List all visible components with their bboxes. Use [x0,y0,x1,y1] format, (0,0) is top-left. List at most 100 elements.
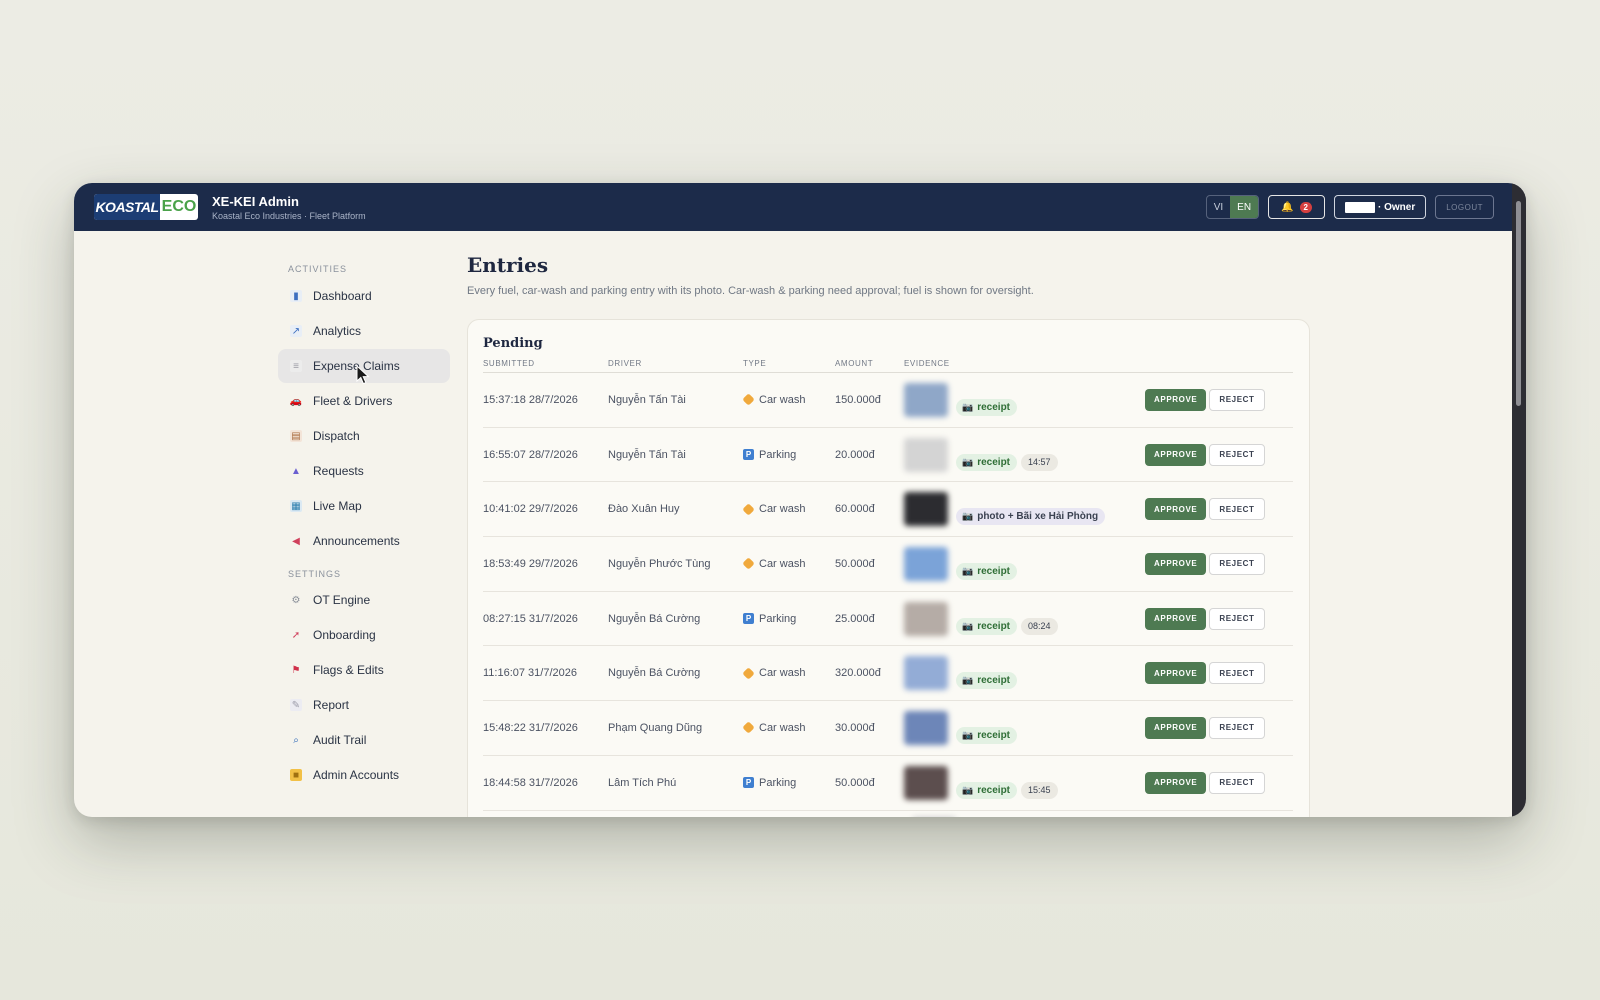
notifications-button[interactable]: 🔔 2 [1268,195,1325,219]
sidebar-item-dashboard[interactable]: ▮ Dashboard [278,279,450,313]
approve-button[interactable]: APPROVE [1145,498,1207,521]
actions-cell: APPROVE REJECT [1145,443,1293,466]
evidence-time-chip: 15:45 [1021,781,1058,799]
table-row: 08:27:15 31/7/2026 Nguyễn Bá Cường P Parkin… [483,592,1293,647]
column-header-evidence: EVIDENCE [904,359,950,368]
evidence-tag[interactable]: 📷 receipt [956,562,1018,580]
sidebar-item-label: Dashboard [313,289,372,303]
gear-icon: ⚙ [291,594,301,606]
evidence-tag[interactable]: 📷 receipt [956,781,1018,799]
type-label: Car wash [759,667,806,680]
evidence-cell: 📷 photo + Bãi xe Hải Phòng [904,486,1145,532]
reject-button[interactable]: REJECT [1209,552,1265,575]
camera-icon: 📷 [962,565,974,576]
evidence-tags: 📷 photo + Bãi xe Hải Phòng [956,508,1106,526]
reject-button[interactable]: REJECT [1209,388,1265,411]
sidebar-item-dispatch[interactable]: ▤ Dispatch [278,419,450,453]
evidence-thumbnail[interactable] [904,710,948,745]
type-cell: Car wash [742,393,835,407]
sidebar-item-label: Fleet & Drivers [313,394,393,408]
actions-cell: APPROVE REJECT [1145,716,1293,739]
car-wash-icon [742,393,755,407]
car-wash-icon [742,667,755,680]
sidebar-item-audit-trail[interactable]: ⌕ Audit Trail [278,723,450,757]
evidence-label: receipt [977,401,1011,413]
driver-cell: Nguyễn Phước Tùng [608,557,711,570]
scrollbar-thumb[interactable] [1516,201,1521,406]
driver-cell: Nguyễn Bá Cường [608,667,701,680]
reject-button[interactable]: REJECT [1209,443,1265,466]
evidence-thumbnail[interactable] [904,437,948,472]
magnifier-icon: ⌕ [293,734,299,746]
table-row: 10:41:02 29/7/2026 Đào Xuân Huy Car wash 60… [483,482,1293,538]
table-row: 18:53:49 29/7/2026 Nguyễn Phước Tùng Car w… [483,537,1293,592]
evidence-tag[interactable]: 📷 receipt [956,617,1018,635]
amount-cell: 320.000đ [835,667,881,680]
evidence-time-chip: 08:24 [1021,617,1058,635]
car-wash-icon [742,502,755,516]
sidebar-item-live-map[interactable]: ▦ Live Map [278,489,450,523]
camera-icon: 📷 [962,729,974,740]
app-subtitle: Koastal Eco Industries · Fleet Platform [212,210,366,221]
type-label: Car wash [759,557,806,570]
sidebar-item-onboarding[interactable]: ➚ Onboarding [278,618,450,652]
evidence-tags: 📷 receipt [956,398,1018,416]
language-vi-button[interactable]: VI [1207,196,1230,218]
type-label: Car wash [759,393,806,406]
company-logo[interactable]: KOASTAL ECO [94,194,198,220]
evidence-thumbnail[interactable] [904,382,948,417]
sidebar-item-label: Dispatch [313,429,360,443]
evidence-thumbnail[interactable] [904,765,948,800]
evidence-thumbnail[interactable] [904,601,948,636]
sidebar-item-fleet-drivers[interactable]: 🚗 Fleet & Drivers [278,384,450,418]
sidebar-item-flags-edits[interactable]: ⚑ Flags & Edits [278,653,450,687]
amount-cell: 60.000đ [835,503,875,516]
submitted-cell: 11:16:07 31/7/2026 [483,667,577,680]
column-header-type: TYPE [743,359,767,368]
driver-cell: Nguyễn Tấn Tài [608,393,686,406]
sidebar-item-requests[interactable]: ▲ Requests [278,454,450,488]
sidebar-item-announcements[interactable]: ◀ Announcements [278,524,450,558]
reject-button[interactable]: REJECT [1209,498,1265,521]
type-cell: Car wash [742,667,835,680]
table-row: 15:37:18 28/7/2026 Nguyễn Tấn Tài Car wash… [483,373,1293,428]
approve-button[interactable]: APPROVE [1145,662,1207,685]
type-label: Parking [759,448,797,461]
reject-button[interactable]: REJECT [1209,607,1265,630]
reject-button[interactable]: REJECT [1209,662,1265,685]
evidence-thumbnail[interactable] [904,546,948,581]
type-cell: Car wash [742,557,835,571]
amount-cell: 20.000đ [835,448,875,461]
evidence-tag[interactable]: 📷 photo + Bãi xe Hải Phòng [956,508,1106,526]
type-label: Parking [759,612,797,625]
reject-button[interactable]: REJECT [1209,771,1265,794]
approve-button[interactable]: APPROVE [1145,771,1207,794]
owner-role-label: · Owner [1377,201,1416,213]
mouse-pointer-icon [356,365,370,385]
user-menu-button[interactable]: · Owner [1333,195,1427,219]
sidebar-item-report[interactable]: ✎ Report [278,688,450,722]
approve-button[interactable]: APPROVE [1145,388,1207,411]
approve-button[interactable]: APPROVE [1145,552,1207,575]
camera-icon: 📷 [962,456,974,467]
approve-button[interactable]: APPROVE [1145,607,1207,630]
approve-button[interactable]: APPROVE [1145,443,1207,466]
evidence-thumbnail[interactable] [904,492,948,527]
sidebar-item-analytics[interactable]: ↗ Analytics [278,314,450,348]
actions-cell: APPROVE REJECT [1145,771,1293,794]
approve-button[interactable]: APPROVE [1145,716,1207,739]
pending-card: Pending SUBMITTED DRIVER TYPE AMOUNT EVI… [467,319,1310,817]
evidence-tag[interactable]: 📷 receipt [956,398,1018,416]
evidence-tag[interactable]: 📷 receipt [956,453,1018,471]
sidebar-item-ot-engine[interactable]: ⚙ OT Engine [278,583,450,617]
language-en-button[interactable]: EN [1230,196,1259,218]
page-scrollbar[interactable] [1512,183,1526,817]
evidence-thumbnail[interactable] [912,816,956,817]
sidebar-item-admin-accounts[interactable]: ■ Admin Accounts [278,758,450,792]
logout-button[interactable]: LOGOUT [1435,195,1494,219]
reject-button[interactable]: REJECT [1209,716,1265,739]
evidence-tag[interactable]: 📷 receipt [956,672,1018,690]
logo-wordmark: KOASTAL [94,194,160,220]
evidence-thumbnail[interactable] [904,656,948,691]
evidence-tag[interactable]: 📷 receipt [956,726,1018,744]
